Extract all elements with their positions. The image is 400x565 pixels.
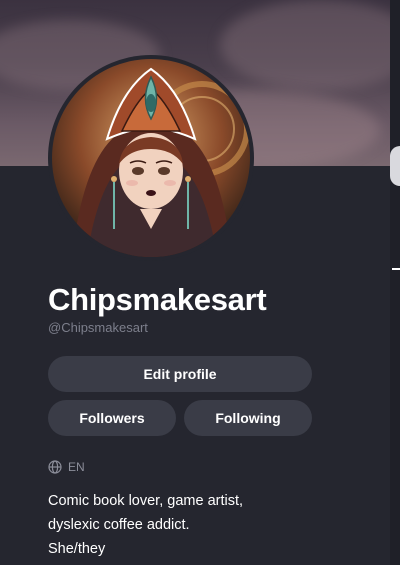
globe-icon: [48, 460, 62, 474]
side-panel: [390, 0, 400, 565]
edit-profile-button[interactable]: Edit profile: [48, 356, 312, 392]
language-code: EN: [68, 460, 85, 474]
display-name: Chipsmakesart: [48, 282, 267, 317]
avatar[interactable]: [52, 59, 250, 257]
language-indicator: EN: [48, 460, 85, 474]
profile-handle: @Chipsmakesart: [48, 320, 148, 335]
bio-line: She/they: [48, 541, 106, 557]
bio-line: Comic book lover, game artist,: [48, 493, 244, 509]
side-divider: [392, 268, 400, 270]
side-panel-handle[interactable]: [390, 146, 400, 186]
avatar-frame: [48, 55, 254, 261]
profile-bio: Comic book lover, game artist, dyslexic …: [48, 489, 243, 561]
profile-page: Chipsmakesart @Chipsmakesart Edit profil…: [0, 0, 400, 565]
bio-line: dyslexic coffee addict.: [48, 517, 190, 533]
avatar-illustration: [52, 59, 250, 257]
following-button[interactable]: Following: [184, 400, 312, 436]
followers-button[interactable]: Followers: [48, 400, 176, 436]
